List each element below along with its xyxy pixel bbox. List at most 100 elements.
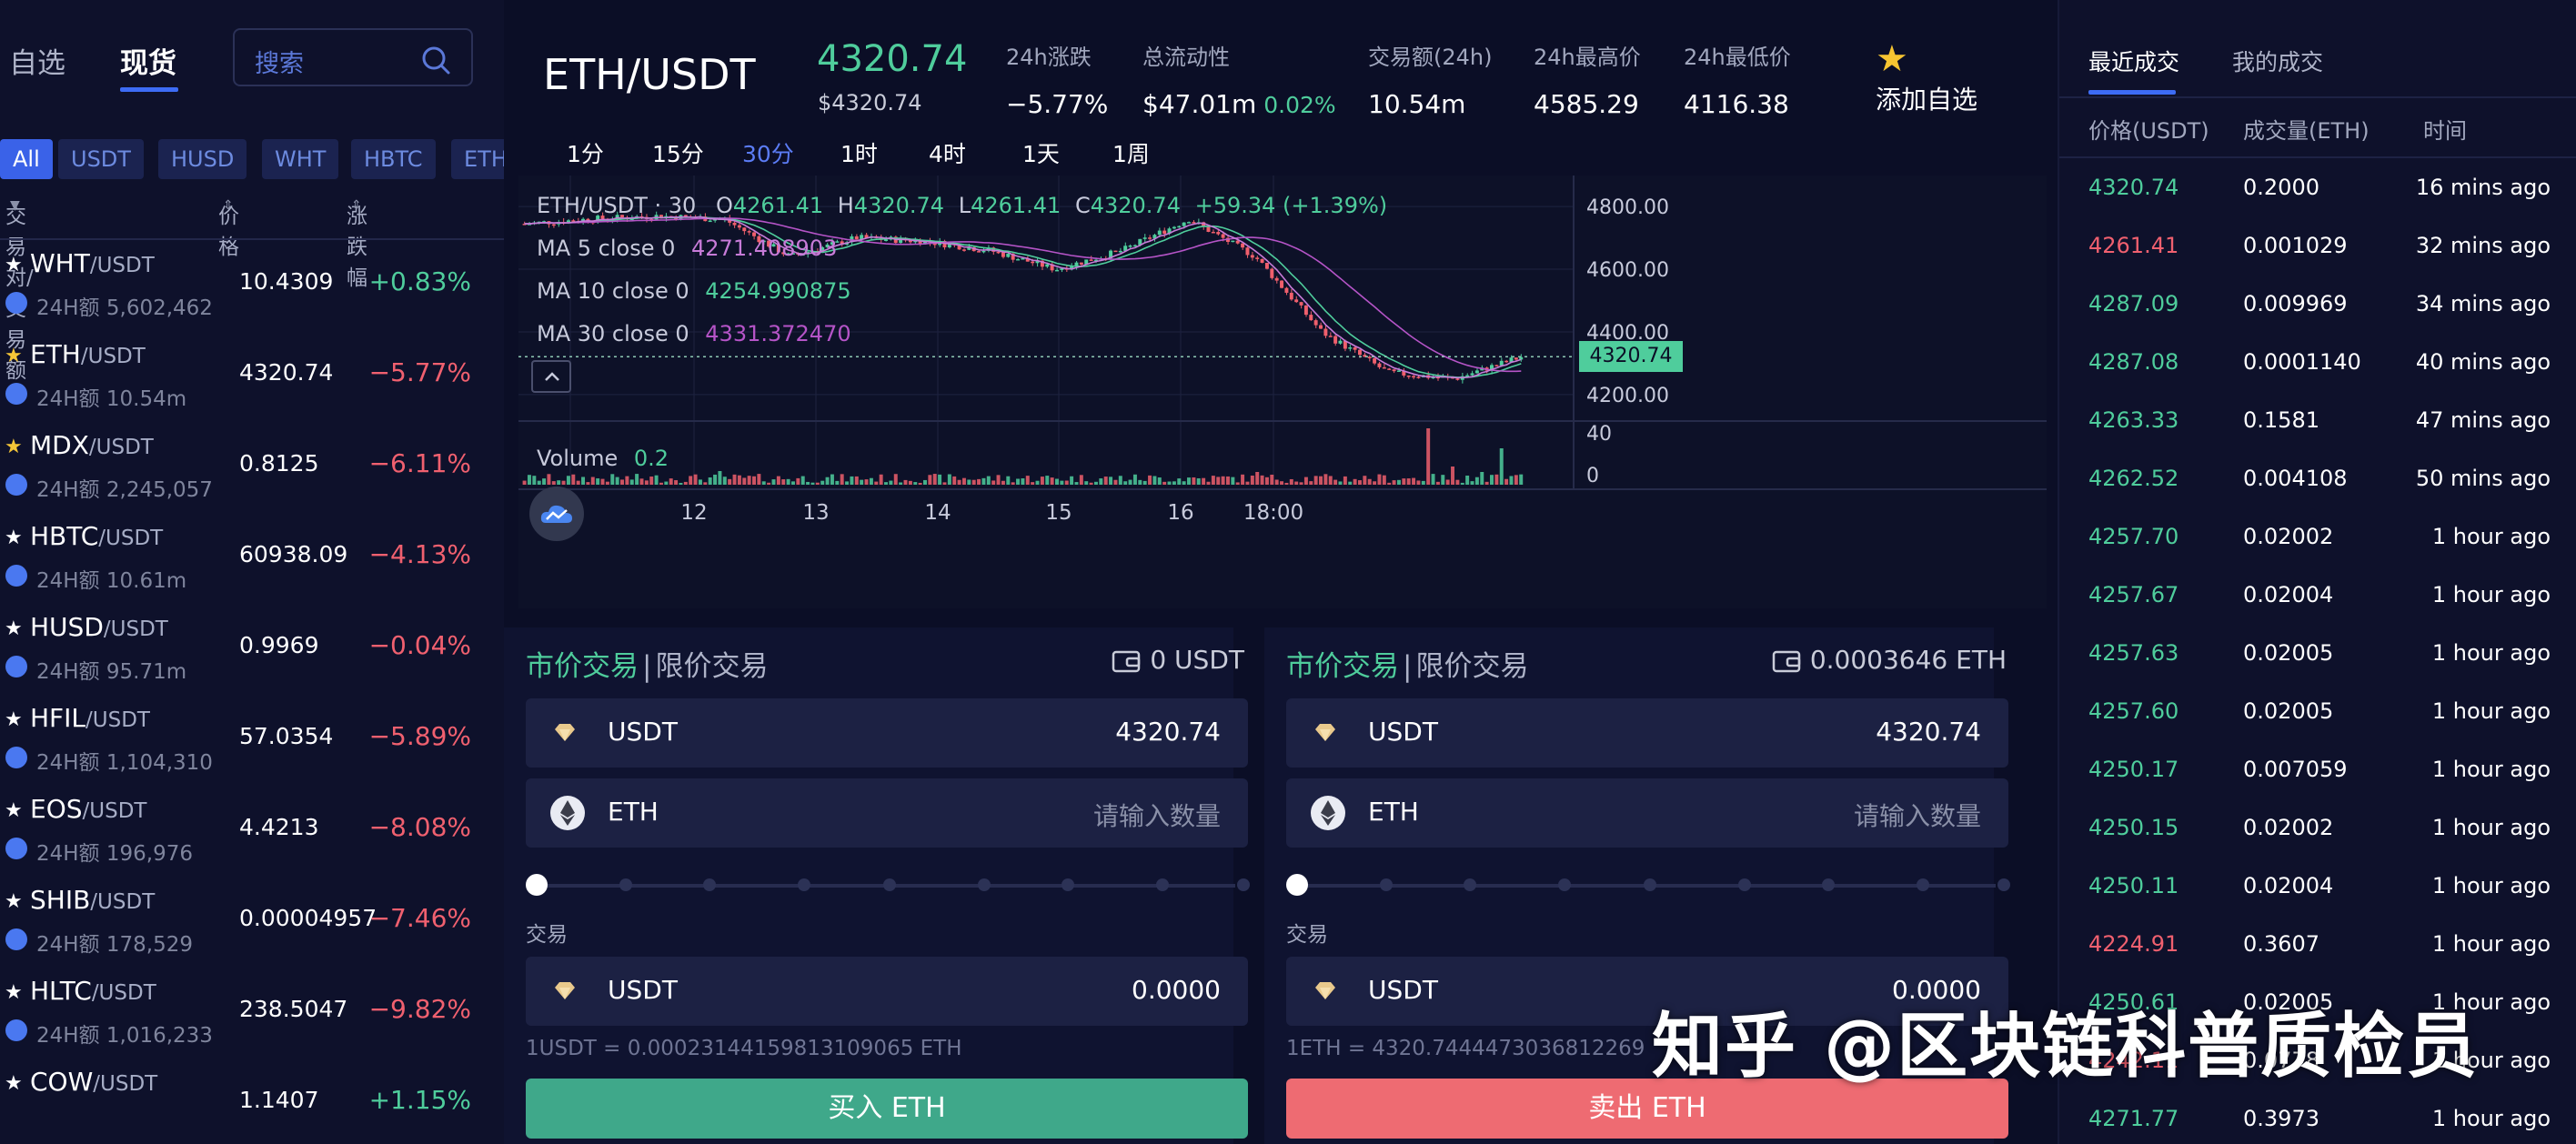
slider-step[interactable] xyxy=(883,878,896,891)
star-icon[interactable]: ★ xyxy=(5,345,23,367)
stat-value: 4585.29 xyxy=(1534,89,1639,119)
price-field[interactable]: USDT 4320.74 xyxy=(526,698,1248,768)
pair-row[interactable]: ★ MDX/USDT 24H额 2,245,057 0.8125 −6.11% xyxy=(0,423,504,514)
volume-bar xyxy=(1216,477,1221,485)
quote-tab-all[interactable]: All xyxy=(0,139,53,179)
quote-tab-eth[interactable]: ETH xyxy=(451,139,504,179)
slider-step[interactable] xyxy=(1062,878,1074,891)
quote-tab-hbtc[interactable]: HBTC xyxy=(351,139,436,179)
balance-value: 0 USDT xyxy=(1150,645,1244,675)
slider-step[interactable] xyxy=(619,878,632,891)
tab-my-trades[interactable]: 我的成交 xyxy=(2232,45,2323,77)
slider-step[interactable] xyxy=(1997,878,2010,891)
slider-step[interactable] xyxy=(703,878,716,891)
pair-row[interactable]: ★ SHIB/USDT 24H额 178,529 0.00004957 −7.46% xyxy=(0,878,504,968)
price-field[interactable]: USDT 4320.74 xyxy=(1286,698,2008,768)
star-icon[interactable]: ★ xyxy=(5,708,23,731)
slider-handle[interactable] xyxy=(1286,874,1308,896)
search-icon[interactable] xyxy=(420,45,451,75)
candle-body xyxy=(1001,252,1005,257)
quote-tab-husd[interactable]: HUSD xyxy=(158,139,247,179)
pair-row[interactable]: ★ HFIL/USDT 24H额 1,104,310 57.0354 −5.89% xyxy=(0,696,504,787)
x-tick-label: 18:00 xyxy=(1243,501,1303,525)
volume-bar xyxy=(1480,472,1484,485)
stat-label: 交易额(24h) xyxy=(1368,45,1493,70)
legend-h-label: H xyxy=(837,193,854,218)
star-icon[interactable]: ★ xyxy=(5,436,23,458)
volume-bar xyxy=(850,476,854,485)
trade-time: 1 hour ago xyxy=(2431,815,2551,840)
add-favorite-button[interactable]: 添加自选 xyxy=(1876,80,1977,116)
pair-row[interactable]: ★ HUSD/USDT 24H额 95.71m 0.9969 −0.04% xyxy=(0,605,504,696)
star-icon[interactable]: ★ xyxy=(5,617,23,640)
collapse-legend-button[interactable] xyxy=(531,360,571,393)
total-field[interactable]: USDT 0.0000 xyxy=(526,957,1248,1026)
interval-1m[interactable]: 1分 xyxy=(567,136,604,169)
interval-4h[interactable]: 4时 xyxy=(929,136,966,169)
star-icon[interactable]: ★ xyxy=(5,890,23,913)
slider-step[interactable] xyxy=(1822,878,1835,891)
tab-spot[interactable]: 现货 xyxy=(120,40,176,81)
amount-field[interactable]: ETH 请输入数量 xyxy=(1286,778,2008,848)
pair-row[interactable]: ★ EOS/USDT 24H额 196,976 4.4213 −8.08% xyxy=(0,787,504,878)
volume-bar xyxy=(1250,475,1254,485)
limit-order-tab[interactable]: 限价交易 xyxy=(1415,650,1528,683)
volume-bar xyxy=(1172,481,1176,485)
pair-row[interactable]: ★ HBTC/USDT 24H额 10.61m 60938.09 −4.13% xyxy=(0,514,504,605)
slider-step[interactable] xyxy=(1738,878,1751,891)
trade-time: 1 hour ago xyxy=(2431,1106,2551,1131)
search-input[interactable]: 搜索 xyxy=(233,28,473,86)
pair-row[interactable]: ★ ETH/USDT 24H额 10.54m 4320.74 −5.77% xyxy=(0,332,504,423)
trade-row: 4250.17 0.007059 1 hour ago xyxy=(2059,740,2576,798)
slider-step[interactable] xyxy=(798,878,810,891)
interval-1h[interactable]: 1时 xyxy=(840,136,878,169)
quote-symbol: /USDT xyxy=(80,345,146,368)
star-icon[interactable]: ★ xyxy=(1876,38,1908,80)
quote-tab-usdt[interactable]: USDT xyxy=(58,139,144,179)
slider-step[interactable] xyxy=(1156,878,1169,891)
slider-step[interactable] xyxy=(1237,878,1250,891)
market-order-tab[interactable]: 市价交易 xyxy=(526,650,639,683)
interval-1w[interactable]: 1周 xyxy=(1112,136,1150,169)
slider-step[interactable] xyxy=(1558,878,1571,891)
slider-step[interactable] xyxy=(1380,878,1393,891)
volume-bar xyxy=(1099,478,1103,485)
amount-field[interactable]: ETH 请输入数量 xyxy=(526,778,1248,848)
buy-eth-button[interactable]: 买入 ETH xyxy=(526,1079,1248,1139)
volume-bar xyxy=(605,481,609,485)
volume-bar xyxy=(1313,476,1318,485)
quote-tab-wht[interactable]: WHT xyxy=(262,139,339,179)
tab-recent-trades[interactable]: 最近成交 xyxy=(2088,45,2179,77)
slider-step[interactable] xyxy=(1917,878,1929,891)
tab-favorites[interactable]: 自选 xyxy=(9,40,65,81)
interval-30m[interactable]: 30分 xyxy=(742,136,794,169)
pair-row[interactable]: ★ COW/USDT 1.1407 +1.15% xyxy=(0,1059,504,1144)
candle-body xyxy=(977,251,981,253)
slider-step[interactable] xyxy=(1464,878,1476,891)
slider-step[interactable] xyxy=(978,878,991,891)
interval-1d[interactable]: 1天 xyxy=(1022,136,1060,169)
star-icon[interactable]: ★ xyxy=(5,799,23,822)
limit-order-tab[interactable]: 限价交易 xyxy=(655,650,768,683)
volume-bar xyxy=(659,482,663,485)
slider-handle[interactable] xyxy=(526,874,548,896)
price-chart[interactable]: 4800.004600.004400.004200.00400111213141… xyxy=(518,176,2047,608)
candle-body xyxy=(1148,237,1152,239)
star-icon[interactable]: ★ xyxy=(5,527,23,549)
star-icon[interactable]: ★ xyxy=(5,1072,23,1095)
slider-step[interactable] xyxy=(1644,878,1656,891)
volume-bar xyxy=(1465,476,1470,485)
pair-row[interactable]: ★ WHT/USDT 24H额 5,602,462 10.4309 +0.83% xyxy=(0,241,504,332)
header-price: 价格(USDT) xyxy=(2088,118,2209,144)
volume-bar xyxy=(1470,481,1474,485)
pair-row[interactable]: ★ HLTC/USDT 24H额 1,016,233 238.5047 −9.82% xyxy=(0,968,504,1059)
star-icon[interactable]: ★ xyxy=(5,254,23,276)
volume-bar xyxy=(1289,478,1293,485)
tradingview-logo[interactable] xyxy=(529,487,584,541)
market-order-tab[interactable]: 市价交易 xyxy=(1286,650,1399,683)
star-icon[interactable]: ★ xyxy=(5,981,23,1004)
volume-bar xyxy=(845,481,850,485)
volume-bar xyxy=(761,481,766,485)
interval-15m[interactable]: 15分 xyxy=(652,136,704,169)
trade-price: 4320.74 xyxy=(2088,175,2179,200)
